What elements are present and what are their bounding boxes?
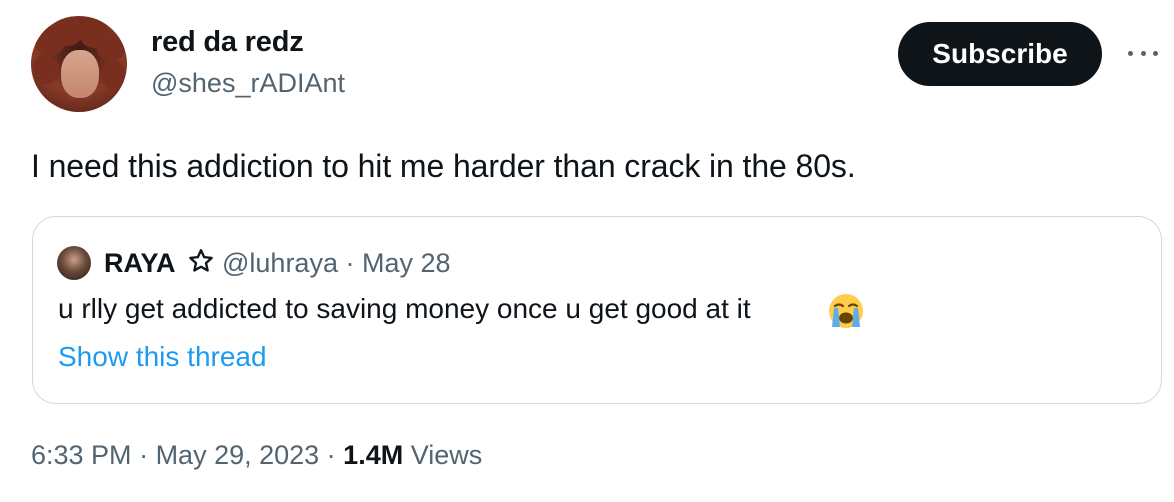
- loudly-crying-face-icon: [829, 294, 863, 328]
- author-handle[interactable]: @shes_rADIAnt: [151, 68, 345, 99]
- quoted-author-name[interactable]: RAYA: [104, 248, 176, 279]
- show-thread-link[interactable]: Show this thread: [58, 341, 267, 373]
- tweet-text: I need this addiction to hit me harder t…: [31, 148, 856, 184]
- tweet-time[interactable]: 6:33 PM: [31, 440, 132, 470]
- author-display-name[interactable]: red da redz: [151, 26, 304, 59]
- tweet-date[interactable]: May 29, 2023: [156, 440, 320, 470]
- quoted-author-avatar[interactable]: [57, 246, 91, 280]
- views-label: Views: [403, 440, 483, 470]
- quoted-tweet[interactable]: RAYA @luhraya · May 28 u rlly get addict…: [32, 216, 1162, 404]
- star-outline-icon: [189, 249, 213, 272]
- footer-separator: ·: [319, 440, 344, 470]
- quoted-tweet-text: u rlly get addicted to saving money once…: [58, 293, 751, 324]
- more-horizontal-icon[interactable]: [1128, 38, 1158, 68]
- author-avatar[interactable]: [31, 16, 127, 112]
- quoted-tweet-meta: @luhraya · May 28: [222, 248, 451, 278]
- tweet-footer: 6:33 PM · May 29, 2023 · 1.4M Views: [31, 440, 482, 471]
- tweet-card: red da redz @shes_rADIAnt Subscribe I ne…: [0, 0, 1174, 502]
- footer-separator: ·: [131, 440, 156, 470]
- subscribe-button[interactable]: Subscribe: [898, 22, 1102, 86]
- views-count[interactable]: 1.4M: [343, 440, 403, 470]
